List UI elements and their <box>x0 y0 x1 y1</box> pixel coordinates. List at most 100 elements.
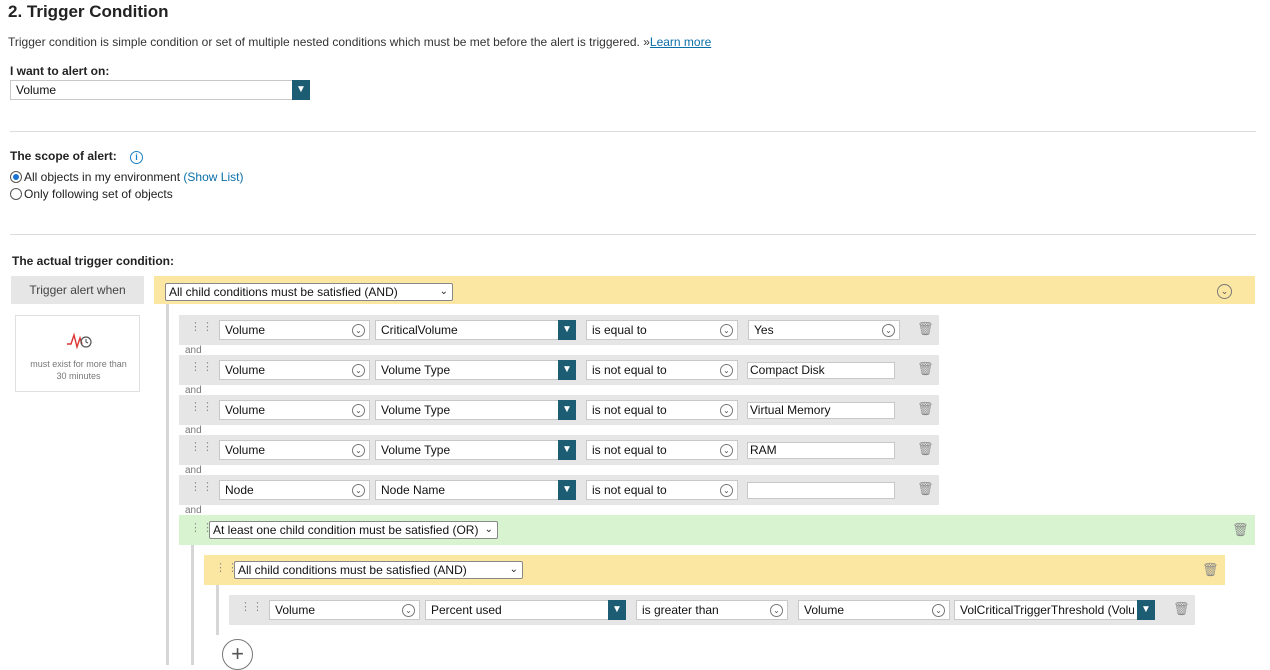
trash-icon[interactable]: 🗑 <box>917 361 934 377</box>
compare-field-select[interactable]: VolCriticalTriggerThreshold (Volu ▼ <box>954 600 1155 620</box>
chevron-down-icon: ▼ <box>558 360 576 380</box>
object-select[interactable]: Volume ⌄ <box>219 320 370 340</box>
field-select[interactable]: Node Name ▼ <box>375 480 576 500</box>
trigger-condition-label: The actual trigger condition: <box>12 254 175 268</box>
value-input[interactable]: Compact Disk <box>747 362 895 379</box>
compare-object-select[interactable]: Volume ⌄ <box>798 600 950 620</box>
value-text: Yes <box>754 323 774 337</box>
operator-select[interactable]: is equal to ⌄ <box>586 320 738 340</box>
duration-text: must exist for more than 30 minutes <box>30 359 127 381</box>
condition-row: ⋮⋮ Volume ⌄ Volume Type ▼ is not equal to ⌄… <box>179 395 939 425</box>
condition-row: ⋮⋮ Volume ⌄ Volume Type ▼ is not equal to ⌄… <box>179 435 939 465</box>
scope-option-following-label: Only following set of objects <box>24 187 173 201</box>
drag-handle-icon[interactable]: ⋮⋮ <box>240 602 263 613</box>
nested-and-group-value: All child conditions must be satisfied (… <box>238 563 467 577</box>
trash-icon[interactable]: 🗑 <box>1202 562 1219 578</box>
alert-on-value: Volume <box>16 83 57 97</box>
drag-handle-icon[interactable]: ⋮⋮ <box>190 482 213 493</box>
trash-icon[interactable]: 🗑 <box>1232 522 1249 538</box>
trash-icon[interactable]: 🗑 <box>917 481 934 497</box>
value-input[interactable]: RAM <box>747 442 895 459</box>
section-title: 2. Trigger Condition <box>8 2 169 21</box>
condition-row: ⋮⋮ Volume ⌄ CriticalVolume ▼ is equal to ⌄ … <box>179 315 939 345</box>
radio-selected[interactable] <box>10 171 22 183</box>
field-select[interactable]: Percent used ▼ <box>425 600 626 620</box>
condition-row: ⋮⋮ Volume ⌄ Percent used ▼ is greater than… <box>229 595 1195 625</box>
show-list-link[interactable]: (Show List) <box>183 170 243 184</box>
value-input[interactable]: Virtual Memory <box>747 402 895 419</box>
operator-select[interactable]: is not equal to ⌄ <box>586 360 738 380</box>
alert-on-select[interactable]: Volume ▼ <box>10 80 310 100</box>
operator-value: is greater than <box>642 603 719 617</box>
value-input[interactable] <box>747 482 895 499</box>
chevron-down-icon: ⌄ <box>352 484 365 497</box>
radio-unselected[interactable] <box>10 188 22 200</box>
chevron-down-icon: ▼ <box>292 80 310 100</box>
field-value: Node Name <box>381 483 446 497</box>
operator-select[interactable]: is not equal to ⌄ <box>586 440 738 460</box>
field-select[interactable]: Volume Type ▼ <box>375 440 576 460</box>
trash-icon[interactable]: 🗑 <box>917 441 934 457</box>
object-value: Volume <box>225 363 266 377</box>
chevron-down-icon: ▼ <box>608 600 626 620</box>
field-select[interactable]: CriticalVolume ▼ <box>375 320 576 340</box>
operator-value: is equal to <box>592 323 647 337</box>
chevron-down-icon: ▼ <box>558 440 576 460</box>
nested-and-group-select[interactable]: All child conditions must be satisfied (… <box>234 561 523 579</box>
field-value: Volume Type <box>381 403 451 417</box>
field-value: Volume Type <box>381 363 451 377</box>
drag-handle-icon[interactable]: ⋮⋮ <box>190 402 213 413</box>
chevron-down-icon: ⌄ <box>720 404 733 417</box>
drag-handle-icon[interactable]: ⋮⋮ <box>215 563 238 574</box>
description-text: Trigger condition is simple condition or… <box>8 35 650 49</box>
sustained-condition-icon <box>66 332 92 350</box>
add-condition-icon[interactable]: + <box>222 639 253 670</box>
trash-icon[interactable]: 🗑 <box>917 401 934 417</box>
or-group-select[interactable]: At least one child condition must be sat… <box>209 521 498 539</box>
chevron-down-icon: ⌄ <box>720 324 733 337</box>
collapse-icon[interactable]: ⌄ <box>1217 284 1232 299</box>
object-value: Volume <box>225 403 266 417</box>
chevron-down-icon: ⌄ <box>439 286 448 297</box>
compare-field-value: VolCriticalTriggerThreshold (Volu <box>960 603 1134 617</box>
field-select[interactable]: Volume Type ▼ <box>375 360 576 380</box>
trash-icon[interactable]: 🗑 <box>917 321 934 337</box>
operator-select[interactable]: is not equal to ⌄ <box>586 400 738 420</box>
scope-option-following[interactable]: Only following set of objects <box>10 187 173 201</box>
drag-handle-icon[interactable]: ⋮⋮ <box>190 523 213 534</box>
trash-icon[interactable]: 🗑 <box>1173 601 1190 617</box>
learn-more-link[interactable]: Learn more <box>650 35 711 49</box>
root-group-value: All child conditions must be satisfied (… <box>169 285 398 299</box>
value-select[interactable]: Yes ⌄ <box>748 320 900 340</box>
drag-handle-icon[interactable]: ⋮⋮ <box>190 442 213 453</box>
chevron-down-icon: ⌄ <box>932 604 945 617</box>
or-group-value: At least one child condition must be sat… <box>213 523 479 537</box>
chevron-down-icon: ▼ <box>558 320 576 340</box>
condition-row: ⋮⋮ Volume ⌄ Volume Type ▼ is not equal to ⌄… <box>179 355 939 385</box>
drag-handle-icon[interactable]: ⋮⋮ <box>190 322 213 333</box>
chevron-down-icon: ▼ <box>1137 600 1155 620</box>
chevron-down-icon: ⌄ <box>770 604 783 617</box>
chevron-down-icon: ⌄ <box>720 444 733 457</box>
object-select[interactable]: Volume ⌄ <box>219 360 370 380</box>
scope-option-all-label: All objects in my environment <box>24 170 181 184</box>
object-value: Node <box>225 483 254 497</box>
object-select[interactable]: Volume ⌄ <box>219 440 370 460</box>
tree-line <box>166 304 169 665</box>
alert-on-label: I want to alert on: <box>10 64 110 78</box>
operator-select[interactable]: is not equal to ⌄ <box>586 480 738 500</box>
object-select[interactable]: Volume ⌄ <box>269 600 420 620</box>
duration-box[interactable]: must exist for more than 30 minutes <box>15 315 140 392</box>
chevron-down-icon: ⌄ <box>352 324 365 337</box>
root-group-select[interactable]: All child conditions must be satisfied (… <box>165 283 453 301</box>
operator-value: is not equal to <box>592 483 667 497</box>
drag-handle-icon[interactable]: ⋮⋮ <box>190 362 213 373</box>
scope-option-all[interactable]: All objects in my environment (Show List… <box>10 170 243 184</box>
operator-select[interactable]: is greater than ⌄ <box>636 600 788 620</box>
compare-object-value: Volume <box>804 603 845 617</box>
object-value: Volume <box>225 323 266 337</box>
field-select[interactable]: Volume Type ▼ <box>375 400 576 420</box>
object-select[interactable]: Node ⌄ <box>219 480 370 500</box>
object-select[interactable]: Volume ⌄ <box>219 400 370 420</box>
info-icon[interactable]: i <box>130 151 144 164</box>
